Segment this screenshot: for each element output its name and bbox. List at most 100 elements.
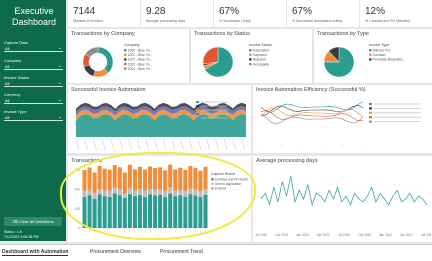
automation-chart-card[interactable]: Successful Invoice Automation [68,85,251,153]
legend-marker [369,58,372,61]
x-tick-label [197,138,202,151]
chart-title: Transactions by Type [317,31,369,37]
x-tick-label: Oct 2020 [358,233,371,237]
x-tick-label [119,138,123,151]
kpi-value: 67% [292,6,313,17]
bar-segment [168,193,173,228]
legend-title: Invoice Status [249,43,272,47]
filter-invoice-status[interactable]: All ⌄ [4,80,63,87]
area-layer [76,114,246,137]
bar-segment [193,189,198,196]
filter-currency[interactable]: All ⌄ [4,97,63,104]
x-tick-label [128,138,132,151]
page-tabs: Dashboard with Automation Procurement Ov… [0,244,432,261]
bar-segment [178,167,183,191]
bar-segment [203,189,208,195]
series-line [260,175,428,207]
transactions-chart-card[interactable]: 0 100 200 300 Capture Result Contract and PO … [68,156,251,242]
kpi-label: % Successful (Total) [219,19,251,23]
x-tick-label [110,138,115,151]
x-tick-label [75,138,80,151]
bar-segment [142,197,148,228]
y-tick-label: 300 [75,168,81,172]
kpi-label: Number of invoices [73,19,103,23]
legend-label: Contract and PO match [215,178,249,182]
chart-title: Transactions by Status [194,31,250,37]
bar-segment [178,190,183,196]
bar-segment [117,195,122,228]
x-tick-label [84,138,88,151]
efficiency-chart-card[interactable]: Invoice Automation Efficiency (Successfu… [253,85,432,153]
bar-segment [92,199,97,228]
processing-chart-card[interactable]: Jul 2019 Oct 2019 Jan 2020 Apr 2020 Jul 2020… [253,156,432,242]
x-tick-label [154,138,158,151]
legend-marker [249,58,252,61]
dashboard-app: Executive Dashboard Capture Date All ⌄ Co… [0,0,432,261]
clear-selections-label: Clear All Selections [19,219,54,224]
legend-title: Capture Result [211,172,235,176]
bar-segment [137,189,142,196]
x-tick-label: Jul 2021 [421,233,432,237]
bar-segment [102,196,107,228]
chart-title: Transactions [71,158,103,164]
bar-segment [122,193,127,199]
tab-procurement-overview[interactable]: Procurement Overview [90,249,141,255]
bar-segment [158,194,163,228]
chart-title: Invoice Automation Efficiency (Successfu… [256,87,366,93]
tab-dashboard-with-automation[interactable]: Dashboard with Automation [2,249,69,256]
chart-title: Successful Invoice Automation [71,87,146,93]
bar-segment [153,189,158,196]
bar-segment [183,196,188,228]
kpi-card: 12% % Contract and PO Matched [360,0,432,27]
legend-marker [196,101,199,103]
bar-segment [148,166,153,190]
filter-company[interactable]: All ⌄ [4,63,63,70]
legend-label: Automated [253,49,270,53]
filter-value: All [5,46,10,51]
bar-segment [188,194,193,228]
company-chart-card[interactable]: Company 1000 - Blue Yo... 1001 - Blue Yo..… [68,29,189,83]
filter-invoice-type[interactable]: All ⌄ [4,114,63,121]
bar-segment [137,195,142,228]
x-tick-label [206,138,210,151]
series-line [260,104,364,117]
kpi-card: 67% % Successful automated routing [287,0,359,27]
legend-label: 1000 - Blue Yo... [128,49,153,53]
bar-segment [188,188,193,195]
bar-segment [117,189,122,196]
efficiency-line-chart [260,101,421,146]
chevron-down-icon: ⌄ [57,97,62,103]
x-tick-label [145,138,149,151]
legend-label: Sent to application [215,182,241,186]
legend-label: 1003 - Blue Yo... [128,62,153,66]
bar-segment [122,172,127,194]
status-chart-card[interactable]: Invoice Status Automated Captured Rejected I… [191,29,312,83]
refresh-date: 7/12/2021 9:06:38 PM [4,235,39,239]
legend-marker [124,53,127,57]
bar-segment [158,189,163,195]
kpi-value: 67% [219,6,240,17]
kpi-card: 67% % Successful (Total) [214,0,286,27]
clear-selections-button[interactable]: ⌫ Clear All Selections [4,217,62,226]
x-tick-label [224,138,228,151]
bar-segment [173,169,178,191]
bar-segment [117,167,122,190]
legend-label: Entered [215,187,226,191]
type-chart-card[interactable]: Invoice Type Without PO Contract Purchase R… [314,29,432,83]
bar-segment [198,191,203,198]
kpi-label: % Contract and PO Matched [365,19,410,23]
filter-capture-date[interactable]: All ⌄ [4,45,63,52]
y-tick-label: 0 [78,226,80,230]
kpi-label: % Successful automated routing [292,19,343,23]
chevron-down-icon: ⌄ [57,114,62,120]
legend-label: Without PO [373,49,391,53]
legend-marker [369,120,372,123]
tab-procurement-trend[interactable]: Procurement Trend [160,249,203,255]
bar-segment [148,194,153,228]
chevron-down-icon: ⌄ [57,80,62,86]
bar-segment [203,166,208,190]
transactions-bar-chart: 0 100 200 300 Capture Result Contract and PO … [75,164,249,233]
x-tick-label [171,138,176,151]
legend-marker [249,62,252,66]
legend-marker [196,105,199,107]
